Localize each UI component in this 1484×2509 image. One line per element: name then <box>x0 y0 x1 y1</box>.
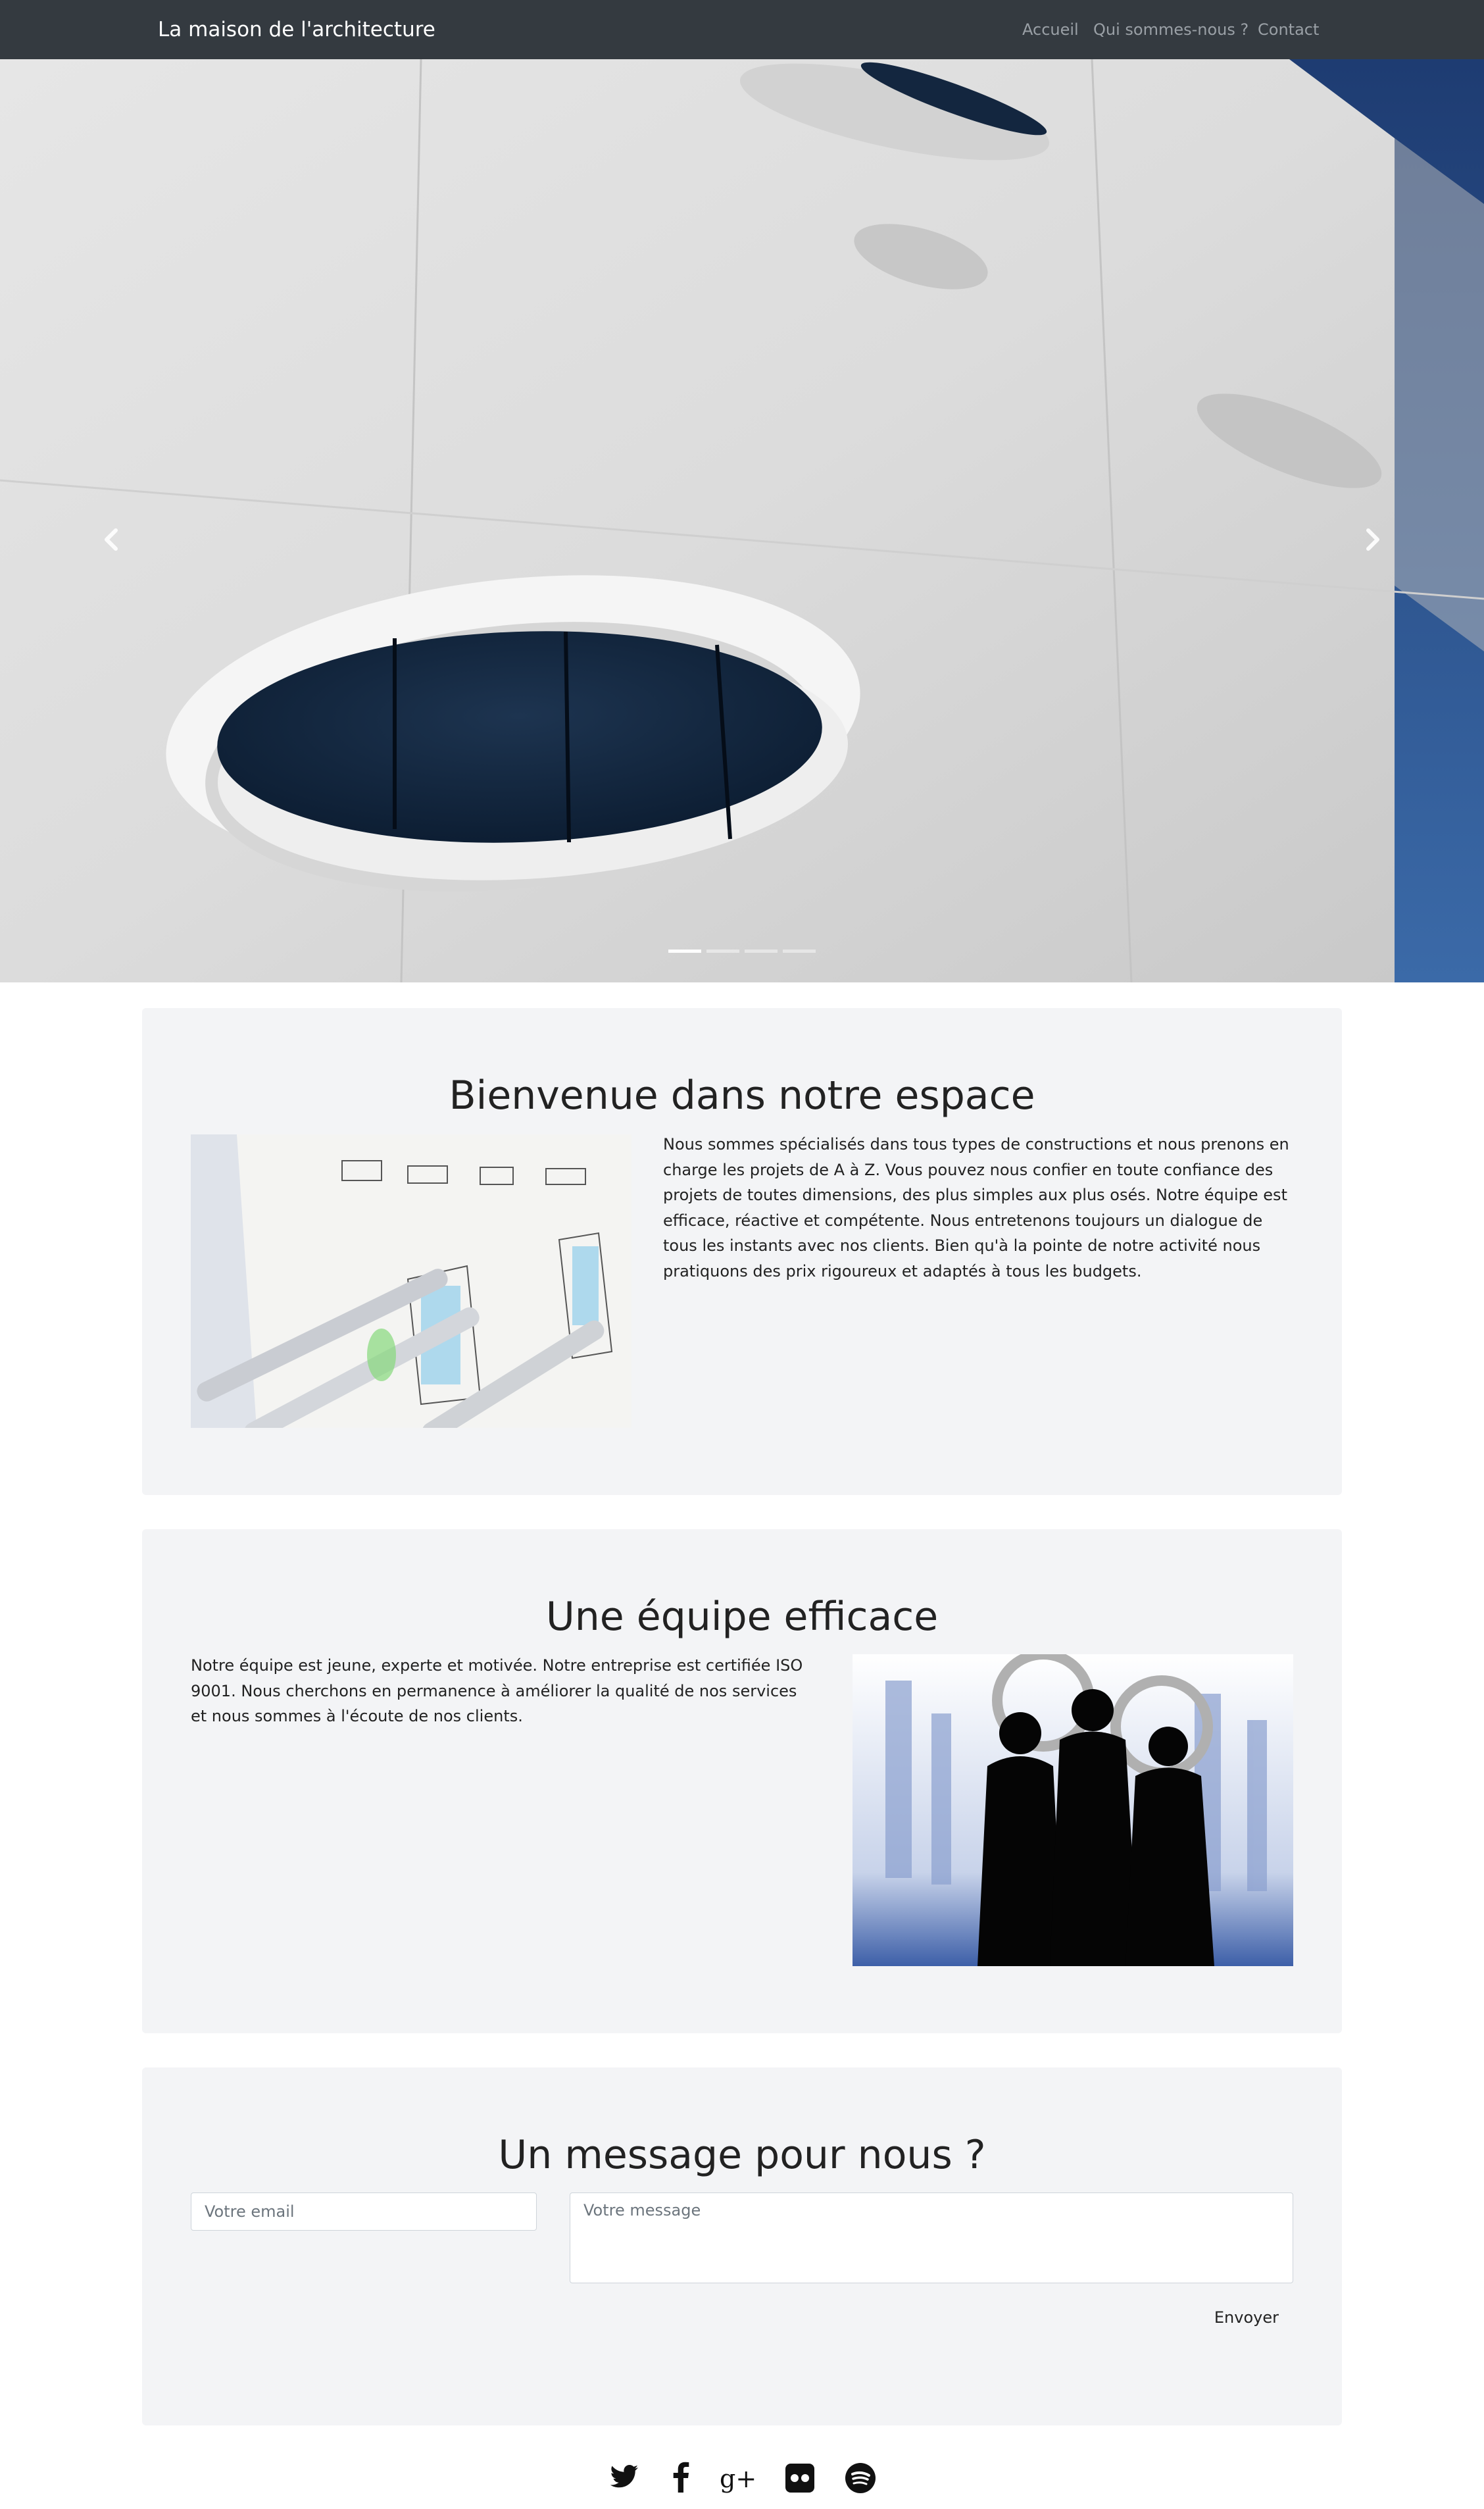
carousel-indicator[interactable] <box>745 950 778 953</box>
welcome-text: Nous sommes spécialisés dans tous types … <box>663 1135 1289 1280</box>
contact-section: Un message pour nous ? Envoyer <box>142 2067 1342 2425</box>
flickr-icon <box>785 2464 814 2493</box>
navbar: La maison de l'architecture Accueil Qui … <box>0 0 1484 59</box>
chevron-left-icon <box>105 528 118 551</box>
nav-link-qui-sommes-nous[interactable]: Qui sommes-nous ? <box>1093 0 1249 59</box>
carousel-next-button[interactable] <box>1352 520 1392 559</box>
welcome-section: Bienvenue dans notre espace Nous sommes … <box>142 1008 1342 1495</box>
contact-title: Un message pour nous ? <box>498 2132 986 2178</box>
team-section: Une équipe efficace Notre équipe est jeu… <box>142 1529 1342 2033</box>
team-title: Une équipe efficace <box>545 1594 939 1640</box>
nav-link-accueil[interactable]: Accueil <box>1022 0 1079 59</box>
google-plus-icon: g+ <box>720 2464 755 2493</box>
google-plus-link[interactable]: g+ <box>718 2458 755 2498</box>
hero-carousel <box>0 59 1484 982</box>
send-button[interactable]: Envoyer <box>1195 2299 1293 2336</box>
team-image <box>853 1654 1293 1966</box>
facebook-icon <box>673 2462 689 2493</box>
sketch-image <box>191 1134 631 1428</box>
brand-link[interactable]: La maison de l'architecture <box>158 0 435 59</box>
facebook-link[interactable] <box>663 2458 700 2498</box>
carousel-indicator[interactable] <box>783 950 816 953</box>
email-field[interactable] <box>191 2192 537 2231</box>
carousel-indicator[interactable] <box>706 950 739 953</box>
spotify-link[interactable] <box>842 2458 879 2498</box>
twitter-icon <box>610 2465 638 2488</box>
carousel-prev-button[interactable] <box>92 520 132 559</box>
message-field[interactable] <box>570 2192 1293 2283</box>
team-text: Notre équipe est jeune, experte et motiv… <box>191 1656 803 1725</box>
svg-text:g+: g+ <box>720 2464 755 2493</box>
hero-image <box>0 59 1484 982</box>
spotify-icon <box>845 2463 876 2493</box>
twitter-link[interactable] <box>605 2458 642 2498</box>
nav-link-contact[interactable]: Contact <box>1258 0 1319 59</box>
carousel-indicator[interactable] <box>668 950 701 953</box>
flickr-link[interactable] <box>781 2458 818 2498</box>
welcome-title: Bienvenue dans notre espace <box>449 1073 1035 1119</box>
chevron-right-icon <box>1366 528 1379 551</box>
